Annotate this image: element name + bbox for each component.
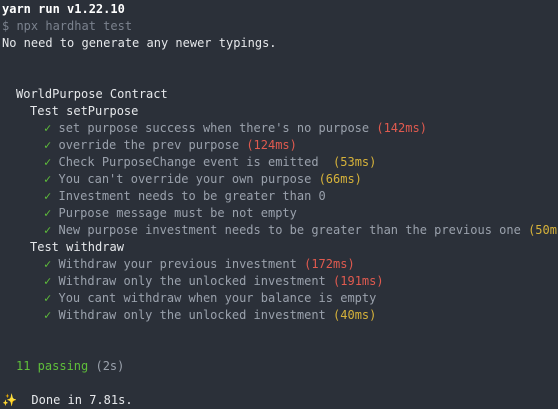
test-name: Investment needs to be greater than 0 bbox=[58, 189, 326, 203]
test-duration: (124ms) bbox=[246, 138, 297, 152]
test-name: Purpose message must be not empty bbox=[58, 206, 297, 220]
done-text: Done in 7.81s. bbox=[16, 393, 133, 407]
test-result-row: ✓ Purpose message must be not empty bbox=[2, 205, 558, 222]
test-group-title: Test withdraw bbox=[30, 240, 124, 254]
passing-count: 11 passing bbox=[16, 359, 89, 373]
passing-time: (2s) bbox=[88, 359, 125, 373]
command-prompt-line: $ npx hardhat test bbox=[2, 19, 133, 33]
test-group-title: Test setPurpose bbox=[30, 104, 139, 118]
suite-title: WorldPurpose Contract bbox=[16, 87, 168, 101]
test-duration: (53ms) bbox=[333, 155, 377, 169]
yarn-run-line: yarn run v1.22.10 bbox=[2, 2, 125, 16]
test-name: You can't override your own purpose bbox=[58, 172, 319, 186]
test-duration: (172ms) bbox=[304, 257, 355, 271]
test-duration: (191ms) bbox=[333, 274, 384, 288]
test-result-row: ✓ Check PurposeChange event is emitted (… bbox=[2, 154, 558, 171]
test-name: New purpose investment needs to be great… bbox=[58, 223, 529, 237]
test-result-row: ✓ set purpose success when there's no pu… bbox=[2, 120, 558, 137]
test-result-row: ✓ Withdraw only the unlocked investment … bbox=[2, 273, 558, 290]
sparkles-icon: ✨ bbox=[2, 393, 17, 407]
test-duration: (66ms) bbox=[318, 172, 362, 186]
test-duration: (50ms) bbox=[528, 223, 558, 237]
test-name: You cant withdraw when your balance is e… bbox=[58, 291, 377, 305]
passing-summary: 11 passing (2s) bbox=[2, 358, 558, 375]
test-result-row: ✓ You can't override your own purpose (6… bbox=[2, 171, 558, 188]
test-duration: (40ms) bbox=[333, 308, 377, 322]
test-result-row: ✓ New purpose investment needs to be gre… bbox=[2, 222, 558, 239]
terminal-window: yarn run v1.22.10 $ npx hardhat test No … bbox=[0, 0, 558, 407]
test-result-row: ✓ Withdraw only the unlocked investment … bbox=[2, 307, 558, 324]
test-name: Withdraw only the unlocked investment bbox=[58, 308, 334, 322]
test-name: Withdraw your previous investment bbox=[58, 257, 305, 271]
test-name: override the prev purpose bbox=[58, 138, 247, 152]
done-line: ✨ Done in 7.81s. bbox=[2, 392, 558, 409]
test-result-row: ✓ Investment needs to be greater than 0 bbox=[2, 188, 558, 205]
test-name: Withdraw only the unlocked investment bbox=[58, 274, 334, 288]
test-result-row: ✓ You cant withdraw when your balance is… bbox=[2, 290, 558, 307]
test-result-row: ✓ override the prev purpose (124ms) bbox=[2, 137, 558, 154]
test-name: set purpose success when there's no purp… bbox=[58, 121, 377, 135]
test-duration: (142ms) bbox=[376, 121, 427, 135]
test-result-row: ✓ Withdraw your previous investment (172… bbox=[2, 256, 558, 273]
typings-message: No need to generate any newer typings. bbox=[2, 36, 277, 50]
test-name: Check PurposeChange event is emitted bbox=[58, 155, 334, 169]
test-groups: Test setPurpose ✓ set purpose success whe… bbox=[2, 103, 558, 324]
